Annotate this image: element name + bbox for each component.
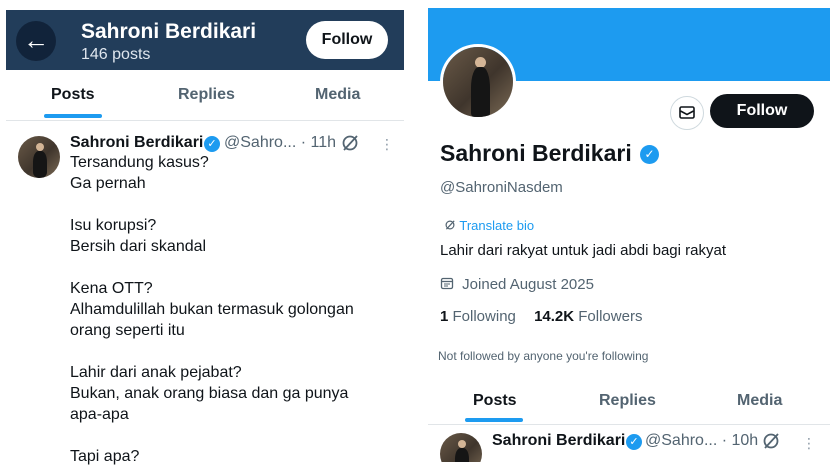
grok-icon[interactable] <box>340 133 360 153</box>
post-text-line: orang seperti itu <box>70 322 185 339</box>
post-author-name[interactable]: Sahroni Berdikari <box>492 432 625 450</box>
header-follow-button[interactable]: Follow <box>306 21 388 59</box>
post-text-gap <box>70 427 390 448</box>
back-arrow-icon: ← <box>23 25 49 55</box>
follow-button[interactable]: Follow <box>710 94 814 128</box>
post-handle-time[interactable]: @Sahro... · 10h <box>645 432 758 450</box>
post-text-gap <box>70 259 390 280</box>
calendar-icon <box>440 277 454 290</box>
profile-page-panel: Follow Sahroni Berdikari ✓ @SahroniNasde… <box>428 8 830 462</box>
more-icon[interactable]: ⋮ <box>802 435 816 452</box>
message-button[interactable] <box>670 96 704 130</box>
post-text-gap <box>70 343 390 364</box>
post-text-line: Alhamdulillah bukan termasuk golongan <box>70 301 354 318</box>
more-icon[interactable]: ⋮ <box>380 136 394 153</box>
tabs-divider <box>6 120 404 121</box>
following-link[interactable]: 1 Following <box>440 308 520 325</box>
header-profile-name: Sahroni Berdikari <box>81 20 257 43</box>
joined-date-text: Joined August 2025 <box>462 276 594 293</box>
tab-posts[interactable]: Posts <box>51 86 95 104</box>
post-text-line: apa-apa <box>70 406 129 423</box>
tabs-divider <box>428 424 830 425</box>
post-text-line: Ga pernah <box>70 175 146 192</box>
verified-badge-icon: ✓ <box>626 434 642 450</box>
grok-icon[interactable] <box>761 431 781 451</box>
post-text-line: Bukan, anak orang biasa dan ga punya <box>70 385 349 402</box>
post-text-line: Kena OTT? <box>70 280 153 297</box>
verified-badge-icon: ✓ <box>204 136 220 152</box>
post-text-line: Tapi apa? <box>70 448 140 465</box>
post-text: Tersandung kasus? Ga pernah Isu korupsi?… <box>70 154 390 466</box>
post-avatar[interactable] <box>18 136 60 178</box>
translate-icon <box>445 220 455 230</box>
verified-badge-icon[interactable]: ✓ <box>640 145 659 164</box>
tab-posts[interactable]: Posts <box>473 392 517 410</box>
tab-media[interactable]: Media <box>315 86 360 104</box>
followers-count: 14.2K <box>534 308 575 325</box>
translate-bio-label: Translate bio <box>459 218 535 233</box>
profile-timeline-panel: ← Sahroni Berdikari 146 posts Follow Pos… <box>6 10 404 466</box>
header-posts-count: 146 posts <box>81 46 151 63</box>
post-text-line: Isu korupsi? <box>70 217 157 234</box>
post-text-line: Tersandung kasus? <box>70 154 209 171</box>
post-text-line: Lahir dari anak pejabat? <box>70 364 242 381</box>
back-button[interactable]: ← <box>16 21 56 61</box>
following-count: 1 <box>440 308 449 325</box>
tab-replies[interactable]: Replies <box>599 392 656 410</box>
profile-handle: @SahroniNasdem <box>440 179 563 196</box>
tab-media[interactable]: Media <box>737 392 782 410</box>
profile-header-bar: ← Sahroni Berdikari 146 posts Follow <box>6 10 404 70</box>
active-tab-indicator <box>44 114 102 118</box>
following-label: Following <box>452 308 516 325</box>
post-author-name[interactable]: Sahroni Berdikari <box>70 134 203 152</box>
followers-label: Followers <box>578 308 643 325</box>
profile-name: Sahroni Berdikari <box>440 140 632 166</box>
follow-stats: 1 Following 14.2K Followers <box>440 308 642 325</box>
followers-link[interactable]: 14.2K Followers <box>534 308 642 325</box>
post-handle-time[interactable]: @Sahro... · 11h <box>224 134 336 152</box>
post-avatar[interactable] <box>440 433 482 462</box>
mail-icon <box>679 106 695 119</box>
joined-date: Joined August 2025 <box>440 276 594 293</box>
not-followed-notice: Not followed by anyone you're following <box>438 349 649 363</box>
post-text-gap <box>70 196 390 217</box>
tab-replies[interactable]: Replies <box>178 86 235 104</box>
profile-bio: Lahir dari rakyat untuk jadi abdi bagi r… <box>440 242 726 259</box>
active-tab-indicator <box>465 418 523 422</box>
post-text-line: Bersih dari skandal <box>70 238 207 255</box>
translate-bio-link[interactable]: Translate bio <box>444 218 534 233</box>
profile-avatar[interactable] <box>440 44 516 120</box>
